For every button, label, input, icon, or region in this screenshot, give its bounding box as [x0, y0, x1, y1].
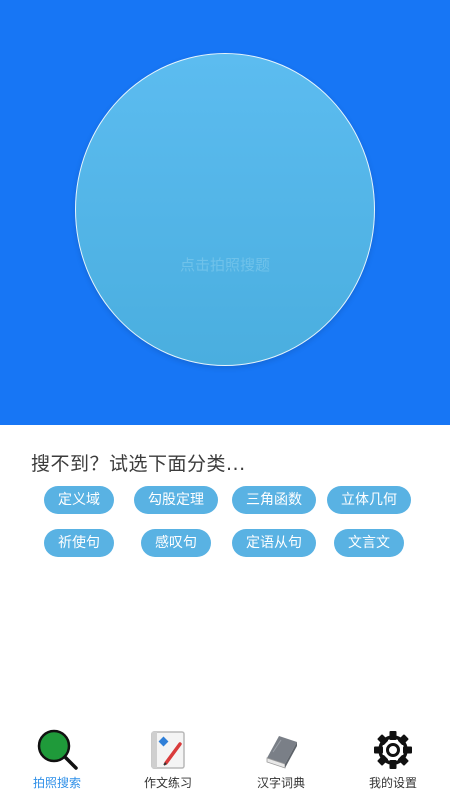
category-chip[interactable]: 定语从句 — [232, 529, 316, 557]
tab-label: 拍照搜索 — [32, 776, 81, 790]
hero-banner: 点击拍照搜题 — [0, 0, 450, 425]
camera-search-button[interactable]: 点击拍照搜题 — [75, 53, 375, 366]
notebook-pen-icon — [151, 731, 185, 769]
category-chip[interactable]: 三角函数 — [232, 486, 316, 514]
tab-dictionary[interactable]: 汉字词典 — [236, 722, 326, 800]
gear-icon — [374, 731, 412, 769]
magnifier-icon — [37, 729, 78, 770]
category-chip[interactable]: 感叹句 — [141, 529, 211, 557]
camera-hint-text: 点击拍照搜题 — [179, 256, 270, 274]
category-chip[interactable]: 立体几何 — [327, 486, 411, 514]
tab-label: 我的设置 — [368, 776, 417, 790]
book-icon — [266, 736, 297, 769]
bottom-tab-bar: 拍照搜索 作文练习 汉字词典 我的设置 — [0, 722, 450, 800]
tab-composition[interactable]: 作文练习 — [123, 722, 213, 800]
tab-settings[interactable]: 我的设置 — [348, 722, 438, 800]
category-chip[interactable]: 勾股定理 — [134, 486, 218, 514]
tab-label: 汉字词典 — [256, 776, 305, 790]
category-chip[interactable]: 定义域 — [44, 486, 114, 514]
category-chip[interactable]: 文言文 — [334, 529, 404, 557]
tab-label: 作文练习 — [143, 776, 192, 790]
suggest-title: 搜不到？试选下面分类... — [31, 453, 246, 475]
tab-photo-search[interactable]: 拍照搜索 — [12, 722, 102, 800]
category-chip[interactable]: 祈使句 — [44, 529, 114, 557]
